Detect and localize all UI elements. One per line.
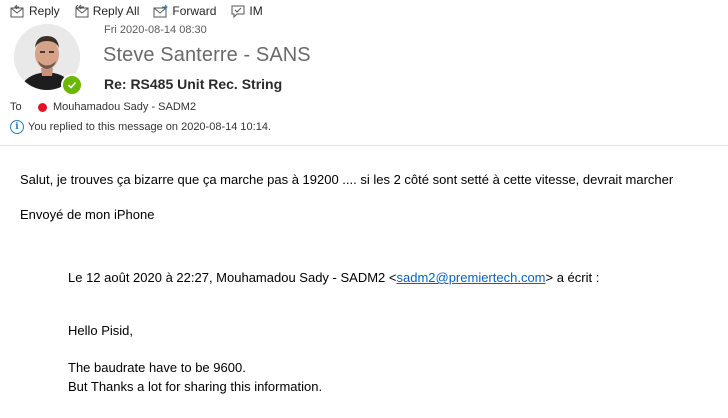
body-line-1: Salut, je trouves ça bizarre que ça marc… (20, 172, 674, 187)
info-icon: i (10, 120, 24, 134)
reply-label: Reply (29, 4, 60, 18)
busy-status-icon (38, 102, 47, 112)
message-toolbar: Reply Reply All Forward IM (10, 2, 277, 20)
email-link[interactable]: sadm2@premiertech.com (396, 270, 545, 285)
recipient-name[interactable]: Mouhamadou Sady - SADM2 (53, 101, 196, 113)
im-button[interactable]: IM (230, 4, 263, 19)
message-subject: Re: RS485 Unit Rec. String (104, 76, 283, 92)
reply-icon (10, 4, 24, 17)
reply-all-button[interactable]: Reply All (74, 4, 140, 19)
quote-line-1: The baudrate have to be 9600. (68, 360, 246, 375)
info-text: You replied to this message on 2020-08-1… (28, 121, 271, 133)
forward-label: Forward (172, 4, 217, 18)
quote-prefix: Le 12 août 2020 à 22:27, Mouhamadou Sady… (68, 270, 397, 285)
message-date: Fri 2020-08-14 08:30 (104, 24, 207, 36)
reply-button[interactable]: Reply (10, 4, 60, 19)
quote-line-2: But Thanks a lot for sharing this inform… (68, 379, 323, 394)
available-check-icon (63, 76, 81, 94)
forward-icon (153, 4, 169, 17)
reply-all-label: Reply All (92, 4, 140, 18)
recipients-row: To Mouhamadou Sady - SADM2 (10, 101, 196, 113)
forward-button[interactable]: Forward (153, 4, 216, 19)
sender-name[interactable]: Steve Santerre - SANS (103, 44, 311, 67)
im-label: IM (249, 4, 263, 18)
quote-header: Le 12 août 2020 à 22:27, Mouhamadou Sady… (68, 270, 599, 285)
signature-line: Envoyé de mon iPhone (20, 207, 155, 222)
presence-indicator (61, 74, 83, 96)
reply-all-icon (74, 4, 89, 17)
to-label: To (10, 101, 22, 113)
quote-greeting: Hello Pisid, (68, 323, 134, 338)
quote-suffix: > a écrit : (545, 270, 600, 285)
im-icon (231, 5, 245, 18)
info-bar: i You replied to this message on 2020-08… (10, 120, 271, 134)
header-divider (0, 145, 728, 146)
